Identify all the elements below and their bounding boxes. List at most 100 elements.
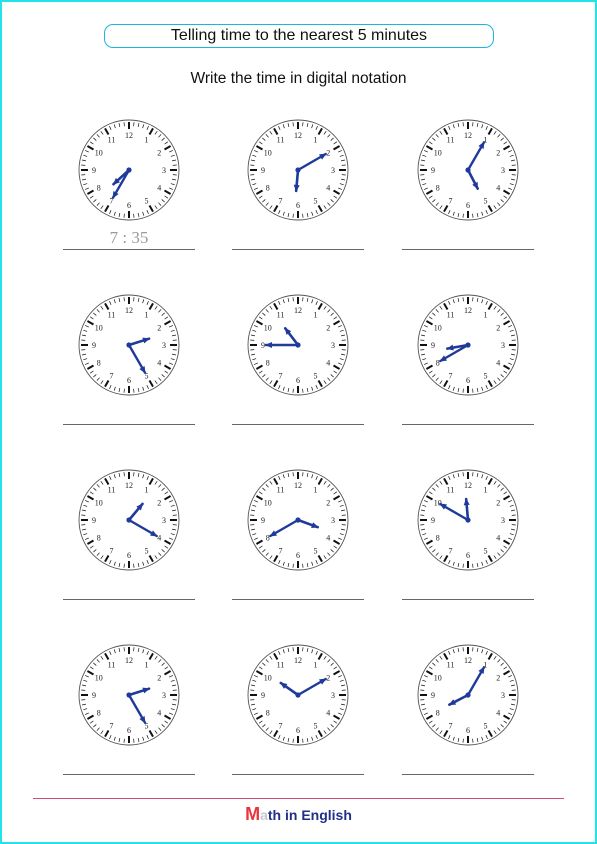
clock-number: 11	[277, 661, 285, 670]
clock-hub	[126, 517, 132, 523]
clock-number: 4	[326, 184, 330, 193]
answer-line	[402, 599, 534, 600]
clock-number: 9	[261, 516, 265, 525]
clock-number: 8	[266, 184, 270, 193]
clock-item: 12 1 2 3 4 5 6 7 8 9 10 11	[402, 633, 534, 793]
clock-number: 5	[484, 371, 488, 380]
clock-number: 8	[436, 184, 440, 193]
logo-a: a	[260, 807, 268, 823]
clock-number: 1	[314, 486, 318, 495]
instruction-text: Write the time in digital notation	[190, 70, 407, 87]
clock-number: 9	[92, 341, 96, 350]
clock-hub	[465, 342, 471, 348]
clock-number: 6	[296, 726, 300, 735]
clock-number: 1	[484, 486, 488, 495]
clock-number: 6	[466, 376, 470, 385]
clock-number: 11	[277, 311, 285, 320]
clock-number: 3	[331, 166, 335, 175]
clock-number: 4	[496, 359, 500, 368]
clock-number: 6	[127, 201, 131, 210]
clock-number: 7	[110, 371, 114, 380]
clock-number: 7	[110, 546, 114, 555]
clock-number: 9	[92, 691, 96, 700]
clock-hub	[295, 342, 301, 348]
clock-number: 6	[296, 551, 300, 560]
clock-number: 2	[157, 499, 161, 508]
clock-hub	[295, 692, 301, 698]
clock-hub	[295, 167, 301, 173]
clock-number: 9	[261, 341, 265, 350]
clock-number: 7	[449, 196, 453, 205]
clock-number: 10	[95, 499, 103, 508]
clock-number: 2	[326, 499, 330, 508]
logo-text: th in English	[267, 807, 352, 823]
clock-number: 8	[266, 709, 270, 718]
clock-number: 8	[97, 184, 101, 193]
clock-number: 12	[294, 481, 302, 490]
answer-line	[63, 599, 195, 600]
clock-number: 10	[264, 499, 272, 508]
clock-number: 8	[97, 359, 101, 368]
clock-number: 4	[326, 534, 330, 543]
clock-number: 5	[314, 546, 318, 555]
answer-line	[402, 774, 534, 775]
clock-number: 11	[447, 311, 455, 320]
clock-number: 1	[314, 661, 318, 670]
clock-item: 12 1 2 3 4 5 6 7 8 9 10 11	[232, 283, 364, 443]
clock-number: 5	[484, 196, 488, 205]
footer-logo: Math in English	[0, 804, 597, 825]
clock-number: 1	[484, 311, 488, 320]
clock-number: 9	[92, 516, 96, 525]
clock-number: 2	[157, 674, 161, 683]
answer-text[interactable]: 7 : 35	[63, 228, 195, 248]
clock-number: 3	[162, 691, 166, 700]
clock-item: 12 1 2 3 4 5 6 7 8 9 10 11	[63, 283, 195, 443]
clock-number: 5	[314, 721, 318, 730]
answer-line	[232, 774, 364, 775]
clock-face: 121234567891011	[247, 644, 349, 746]
clock-number: 5	[314, 196, 318, 205]
clock-number: 3	[162, 516, 166, 525]
clock-item: 12 1 2 3 4 5 6 7 8 9 10 11	[63, 458, 195, 618]
clock-number: 2	[496, 149, 500, 158]
clock-number: 8	[436, 709, 440, 718]
answer-line	[63, 774, 195, 775]
clock-number: 4	[157, 184, 161, 193]
clock-number: 8	[97, 709, 101, 718]
clock-number: 7	[279, 721, 283, 730]
clock-number: 4	[157, 534, 161, 543]
clock-number: 10	[264, 149, 272, 158]
clock-item: 12 1 2 3 4 5 6 7 8 9 10 11	[232, 633, 364, 793]
logo-m: M	[245, 804, 261, 824]
clock-number: 10	[434, 149, 442, 158]
clock-number: 1	[314, 136, 318, 145]
clock-number: 3	[501, 341, 505, 350]
clock-number: 3	[501, 166, 505, 175]
clock-number: 6	[466, 551, 470, 560]
clock-face: 121234567891011	[78, 644, 180, 746]
clock-number: 6	[296, 376, 300, 385]
clock-number: 2	[157, 324, 161, 333]
clock-hub	[465, 517, 471, 523]
clock-number: 2	[326, 149, 330, 158]
clock-number: 12	[464, 481, 472, 490]
clock-number: 10	[434, 674, 442, 683]
clock-number: 10	[95, 149, 103, 158]
clock-number: 3	[331, 341, 335, 350]
clock-number: 11	[447, 661, 455, 670]
clock-face: 121234567891011	[417, 119, 519, 221]
clock-number: 8	[97, 534, 101, 543]
clock-number: 3	[501, 691, 505, 700]
clock-number: 2	[496, 324, 500, 333]
clock-number: 4	[496, 709, 500, 718]
clock-face: 121234567891011	[78, 294, 180, 396]
clock-face: 121234567891011	[417, 644, 519, 746]
clock-number: 9	[261, 691, 265, 700]
clock-number: 11	[447, 486, 455, 495]
clock-number: 9	[431, 341, 435, 350]
clock-number: 12	[125, 131, 133, 140]
clock-item: 12 1 2 3 4 5 6 7 8 9 10 11	[232, 458, 364, 618]
clock-number: 2	[496, 499, 500, 508]
clock-number: 9	[431, 691, 435, 700]
clock-item: 12 1 2 3 4 5 6 7 8 9 10 11	[402, 108, 534, 268]
